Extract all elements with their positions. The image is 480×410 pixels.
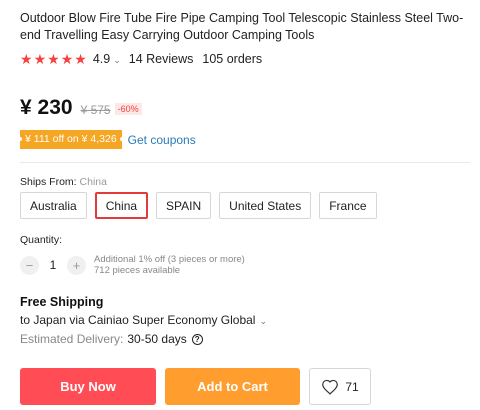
star-icon: ★ — [20, 51, 33, 67]
star-icon: ★ — [33, 51, 47, 67]
chevron-down-icon[interactable]: ⌄ — [113, 55, 121, 66]
bulk-discount-text: Additional 1% off (3 pieces or more) — [94, 254, 245, 265]
original-price: ¥ 575 — [80, 103, 111, 117]
divider — [20, 162, 470, 163]
ships-from-options: Australia China SPAIN United States Fran… — [20, 192, 377, 219]
chevron-down-icon[interactable]: ⌄ — [259, 316, 267, 327]
ship-option-spain[interactable]: SPAIN — [156, 192, 212, 219]
heart-icon — [322, 379, 339, 395]
price-row: ¥ 230 ¥ 575 -60% — [20, 96, 142, 122]
reviews-link[interactable]: 14 Reviews — [129, 52, 194, 66]
wishlist-button[interactable]: 71 — [309, 368, 371, 405]
product-title: Outdoor Blow Fire Tube Fire Pipe Camping… — [20, 11, 464, 42]
quantity-stepper: − 1 + Additional 1% off (3 pieces or mor… — [20, 254, 245, 276]
ship-option-united-states[interactable]: United States — [219, 192, 312, 219]
current-price: ¥ 230 — [20, 96, 73, 119]
ships-from-label: Ships From: China — [20, 176, 107, 188]
estimated-delivery: Estimated Delivery: 30-50 days ? — [20, 332, 203, 346]
ships-from-label-text: Ships From: — [20, 176, 77, 188]
quantity-info: Additional 1% off (3 pieces or more) 712… — [94, 254, 245, 276]
wishlist-count: 71 — [345, 379, 359, 394]
decrease-quantity-button[interactable]: − — [20, 255, 39, 275]
ship-option-france[interactable]: France — [319, 192, 377, 219]
help-icon[interactable]: ? — [191, 333, 203, 345]
ship-option-australia[interactable]: Australia — [20, 192, 87, 219]
quantity-input[interactable]: 1 — [39, 258, 67, 272]
star-icon: ★ — [60, 51, 74, 67]
star-rating: ★ ★ ★ ★ ★ — [20, 52, 87, 66]
get-coupons-link[interactable]: Get coupons — [128, 133, 196, 147]
ship-option-china[interactable]: China — [94, 192, 149, 219]
quantity-label: Quantity: — [20, 234, 63, 246]
estimated-delivery-label: Estimated Delivery: — [20, 332, 124, 346]
add-to-cart-button[interactable]: Add to Cart — [165, 368, 300, 405]
ships-from-value: China — [79, 176, 107, 188]
discount-badge: -60% — [114, 103, 142, 115]
orders-count: 105 orders — [202, 52, 263, 66]
pieces-available-text: 712 pieces available — [94, 265, 181, 276]
buy-now-button[interactable]: Buy Now — [20, 368, 156, 405]
shipping-destination[interactable]: to Japan via Cainiao Super Economy Globa… — [20, 313, 255, 327]
estimated-delivery-days: 30-50 days — [127, 332, 187, 346]
star-icon: ★ — [74, 51, 87, 67]
action-buttons: Buy Now Add to Cart 71 — [20, 368, 371, 405]
increase-quantity-button[interactable]: + — [67, 255, 86, 275]
rating-value[interactable]: 4.9 — [93, 52, 110, 66]
star-icon: ★ — [47, 51, 60, 67]
coupon-row: ¥ 111 off on ¥ 4,326 Get coupons — [18, 130, 196, 149]
free-shipping-title: Free Shipping — [20, 295, 104, 309]
rating-row: ★ ★ ★ ★ ★ 4.9 ⌄ 14 Reviews 105 orders — [20, 50, 262, 68]
shipping-method-selector[interactable]: to Japan via Cainiao Super Economy Globa… — [20, 313, 267, 327]
coupon-tag[interactable]: ¥ 111 off on ¥ 4,326 — [18, 130, 124, 149]
